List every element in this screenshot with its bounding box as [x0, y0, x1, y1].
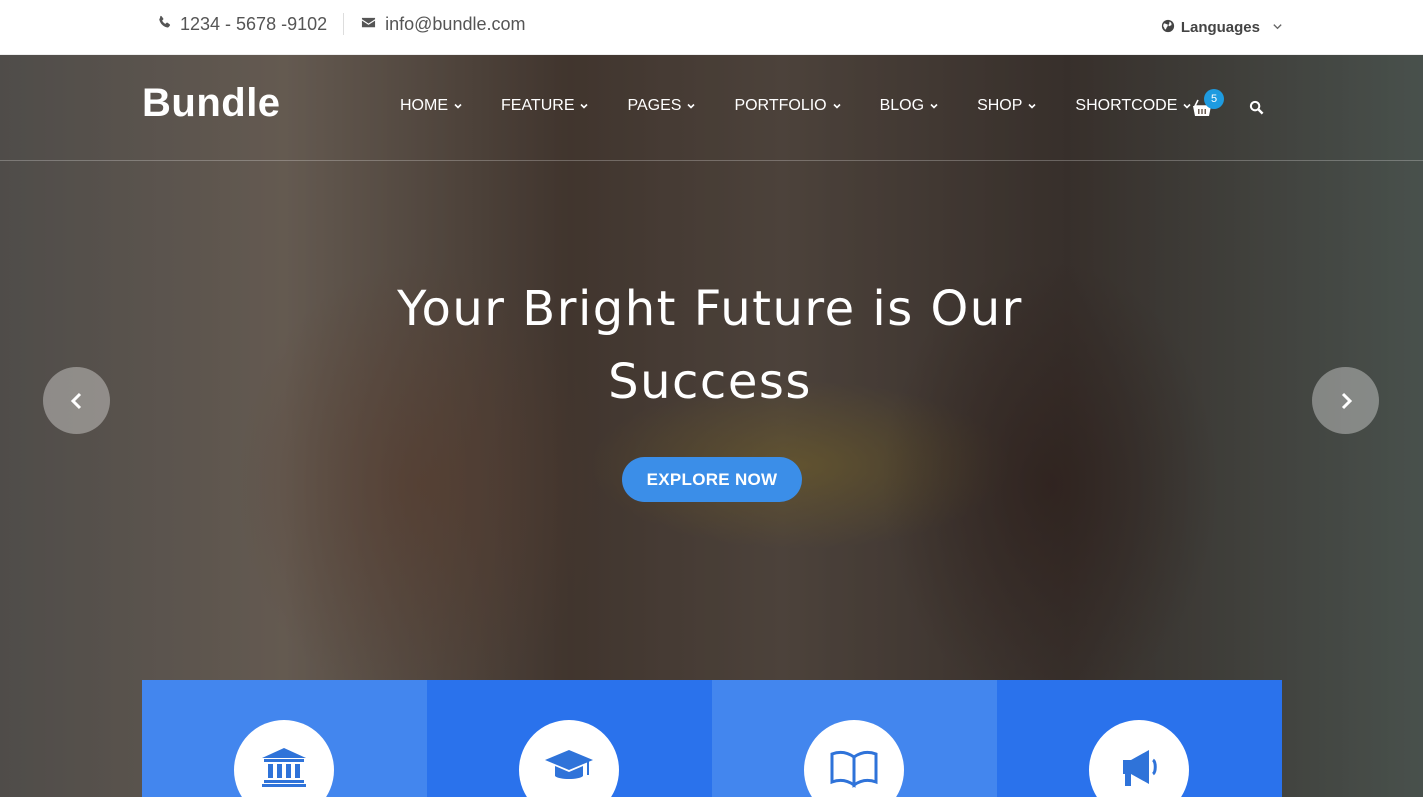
chevron-down-icon	[833, 103, 841, 109]
menu-item-feature[interactable]: FEATURE	[501, 97, 589, 115]
phone-icon	[157, 14, 172, 35]
contact-info: 1234 - 5678 -9102 info@bundle.com	[157, 0, 525, 48]
chevron-down-icon	[1183, 103, 1191, 109]
feature-box[interactable]	[427, 680, 712, 797]
search-icon	[1249, 100, 1264, 115]
menu-item-label: HOME	[400, 97, 448, 114]
language-selector[interactable]: Languages	[1161, 0, 1283, 55]
search-button[interactable]	[1249, 100, 1264, 115]
chevron-down-icon	[1028, 103, 1036, 109]
hero-headline: Your Bright Future is Our Success	[360, 273, 1060, 419]
divider	[343, 13, 345, 35]
feature-icon-circle	[1089, 720, 1189, 797]
menu-item-label: PAGES	[627, 97, 682, 114]
envelope-icon	[360, 14, 377, 35]
menu-item-blog[interactable]: BLOG	[880, 97, 939, 115]
headline-line-2: Success	[608, 354, 812, 410]
menu-item-label: BLOG	[879, 97, 925, 114]
feature-icon-circle	[234, 720, 334, 797]
megaphone-icon	[1123, 750, 1157, 786]
email-contact[interactable]: info@bundle.com	[360, 14, 525, 35]
phone-contact[interactable]: 1234 - 5678 -9102	[157, 14, 327, 35]
headline-line-1: Your Bright Future is Our	[397, 281, 1023, 337]
feature-icon-circle	[804, 720, 904, 797]
language-label: Languages	[1180, 19, 1260, 36]
phone-number: 1234 - 5678 -9102	[180, 13, 328, 34]
menu-item-shortcode[interactable]: SHORTCODE	[1075, 97, 1192, 115]
email-address: info@bundle.com	[385, 13, 526, 34]
graduation-cap-icon	[545, 750, 593, 779]
feature-box[interactable]	[997, 680, 1282, 797]
feature-box[interactable]	[142, 680, 427, 797]
chevron-down-icon	[1272, 19, 1283, 36]
menu-item-pages[interactable]: PAGES	[627, 97, 696, 115]
menu-item-home[interactable]: HOME	[400, 97, 463, 115]
feature-icon-circle	[519, 720, 619, 797]
hero-slider: Bundle HOME FEATURE PAGES PORTFOLIO BLOG	[0, 55, 1423, 797]
logo[interactable]: Bundle	[142, 81, 281, 126]
main-menu: HOME FEATURE PAGES PORTFOLIO BLOG SHOP S…	[400, 97, 1230, 115]
menu-item-label: PORTFOLIO	[734, 97, 827, 114]
slider-prev-button[interactable]	[43, 367, 110, 434]
chevron-down-icon	[687, 103, 696, 109]
menu-item-shop[interactable]: SHOP	[977, 97, 1037, 115]
chevron-down-icon	[930, 103, 938, 109]
cart-count-badge: 5	[1204, 89, 1224, 109]
menu-item-label: SHORTCODE	[1075, 97, 1178, 114]
slider-next-button[interactable]	[1312, 367, 1379, 434]
main-navbar: Bundle HOME FEATURE PAGES PORTFOLIO BLOG	[0, 55, 1423, 161]
menu-item-label: FEATURE	[501, 97, 575, 114]
book-icon	[830, 750, 878, 788]
feature-box[interactable]	[712, 680, 997, 797]
chevron-right-icon	[1341, 392, 1352, 409]
menu-item-portfolio[interactable]: PORTFOLIO	[734, 97, 841, 115]
chevron-down-icon	[454, 103, 462, 109]
globe-icon	[1161, 19, 1175, 37]
menu-item-label: SHOP	[977, 97, 1023, 114]
explore-now-button[interactable]: EXPLORE NOW	[622, 457, 802, 502]
feature-boxes	[142, 680, 1282, 797]
chevron-down-icon	[580, 103, 589, 109]
chevron-left-icon	[70, 392, 81, 409]
institution-icon	[262, 748, 306, 787]
top-bar: 1234 - 5678 -9102 info@bundle.com Langua…	[0, 0, 1423, 55]
